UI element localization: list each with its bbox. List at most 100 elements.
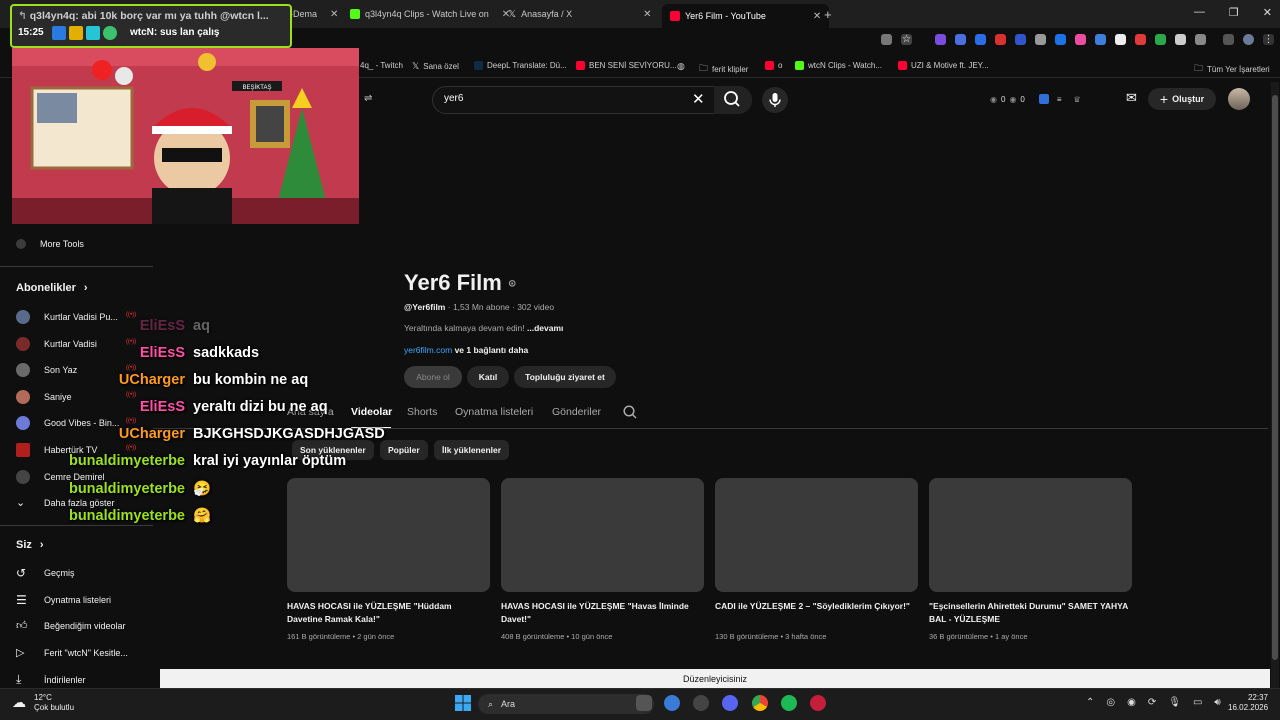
menu-icon[interactable]: ⋮ xyxy=(1263,34,1274,45)
bookmark-item[interactable]: 4q_ - Twitch xyxy=(360,61,403,70)
trophy-icon[interactable]: ♕ xyxy=(1074,95,1081,104)
network-icon[interactable]: ▭ xyxy=(1193,697,1202,708)
extension-icon[interactable] xyxy=(1115,34,1126,45)
media-icon[interactable] xyxy=(1223,34,1234,45)
cast-icon[interactable] xyxy=(881,34,892,45)
extension-icon[interactable] xyxy=(1135,34,1146,45)
sidebar-item-history[interactable]: ↺ Geçmiş xyxy=(16,566,75,580)
tab-youtube[interactable]: Yer6 Film - YouTube ✕ xyxy=(662,4,830,28)
extension-badge-icon[interactable] xyxy=(1038,94,1049,104)
extension-icon[interactable] xyxy=(1035,34,1046,45)
weather-icon[interactable]: ☁ xyxy=(12,694,26,711)
video-thumbnail[interactable] xyxy=(715,478,918,592)
app-icon[interactable] xyxy=(693,695,709,711)
you-heading[interactable]: Siz › xyxy=(16,539,44,551)
maximize-icon[interactable]: ❐ xyxy=(1229,6,1239,19)
bookmark-item[interactable]: DeepL Translate: Dü... xyxy=(474,61,567,70)
extension-icon[interactable] xyxy=(1015,34,1026,45)
close-window-icon[interactable]: ✕ xyxy=(1263,6,1272,19)
bookmark-item[interactable]: o xyxy=(765,61,782,70)
extension-icon[interactable] xyxy=(1055,34,1066,45)
filter-chip-oldest[interactable]: İlk yüklenenler xyxy=(434,440,510,460)
close-icon[interactable]: ✕ xyxy=(813,11,821,22)
chrome-icon[interactable] xyxy=(752,695,768,711)
video-title[interactable]: HAVAS HOCASI ile YÜZLEŞME "Havas İlminde… xyxy=(501,600,701,626)
search-input[interactable]: yer6 xyxy=(444,93,463,104)
extension-icon[interactable] xyxy=(1175,34,1186,45)
search-button[interactable] xyxy=(714,86,752,114)
bookmark-item[interactable]: ◍ xyxy=(677,61,685,72)
bookmark-item[interactable]: wtcN Clips - Watch... xyxy=(795,61,882,70)
notification-icon[interactable]: ✉ xyxy=(1126,90,1137,106)
sidebar-item-more-tools[interactable]: More Tools xyxy=(16,239,84,249)
extension-icon[interactable] xyxy=(1095,34,1106,45)
sync-icon[interactable]: ⟳ xyxy=(1148,697,1156,708)
video-thumbnail[interactable] xyxy=(929,478,1132,592)
close-icon[interactable]: ✕ xyxy=(330,9,338,20)
channel-search-icon[interactable] xyxy=(622,404,638,425)
bookmark-item[interactable]: UZI & Motive ft. JEY... xyxy=(898,61,989,70)
voice-search-button[interactable] xyxy=(762,87,788,113)
discord-icon[interactable] xyxy=(722,695,738,711)
sidebar-item-downloads[interactable]: ⤓ İndirilenler xyxy=(16,672,86,687)
tab-dema[interactable]: -Dema ✕ xyxy=(290,4,338,24)
subscribe-button[interactable]: Abone ol xyxy=(404,366,462,388)
extension-icon[interactable] xyxy=(1075,34,1086,45)
extension-icon[interactable] xyxy=(995,34,1006,45)
bookmark-star-icon[interactable]: ☆ xyxy=(901,34,912,45)
extension-icon[interactable] xyxy=(935,34,946,45)
bookmark-item[interactable]: 𝕏 Sana özel xyxy=(412,61,459,72)
tab-videos[interactable]: Videolar xyxy=(351,406,392,418)
sidebar-item-liked[interactable]: 👍︎ Beğendiğim videolar xyxy=(16,619,126,632)
steam-icon[interactable] xyxy=(664,695,680,711)
video-thumbnail[interactable] xyxy=(501,478,704,592)
tray-app-icon[interactable]: ◉ xyxy=(1127,697,1136,708)
microphone-icon[interactable]: 🎙︎ xyxy=(1168,697,1181,708)
volume-icon[interactable]: 🔊︎ xyxy=(1214,697,1220,708)
scrollbar-thumb[interactable] xyxy=(1272,95,1278,660)
tab-clips[interactable]: q3l4yn4q Clips - Watch Live on ✕ xyxy=(350,4,510,24)
create-button[interactable]: + Oluştur xyxy=(1148,88,1216,110)
tab-shorts[interactable]: Shorts xyxy=(407,406,437,418)
video-title[interactable]: CADI ile YÜZLEŞME 2 – "Söylediklerim Çık… xyxy=(715,600,915,613)
channel-description[interactable]: Yeraltında kalmaya devam edin! ...devamı xyxy=(404,323,563,333)
media-player-icon[interactable] xyxy=(810,695,826,711)
task-view-icon[interactable] xyxy=(636,695,652,711)
weather-widget[interactable]: 12°C Çok bulutlu xyxy=(34,693,74,713)
filter-chip-popular[interactable]: Popüler xyxy=(380,440,428,460)
bookmark-folder[interactable]: 🗀 ferit klipler xyxy=(699,61,748,77)
puzzle-icon[interactable] xyxy=(1195,34,1206,45)
video-thumbnail[interactable] xyxy=(287,478,490,592)
more-links[interactable]: ve 1 bağlantı daha xyxy=(455,345,529,355)
clock[interactable]: 22:37 16.02.2026 xyxy=(1228,693,1268,713)
join-button[interactable]: Katıl xyxy=(467,366,509,388)
start-button[interactable] xyxy=(455,695,471,716)
extension-icon[interactable] xyxy=(975,34,986,45)
new-tab-button[interactable]: + xyxy=(824,4,832,24)
channel-link[interactable]: yer6film.com xyxy=(404,345,452,355)
all-bookmarks[interactable]: 🗀 Tüm Yer İşaretleri xyxy=(1194,61,1270,77)
close-icon[interactable]: ✕ xyxy=(643,9,651,20)
minimize-icon[interactable]: — xyxy=(1194,6,1205,19)
video-title[interactable]: HAVAS HOCASI ile YÜZLEŞME "Hüddam Daveti… xyxy=(287,600,487,626)
taskbar-search[interactable]: ⌕ Ara xyxy=(478,694,654,714)
tab-playlists[interactable]: Oynatma listeleri xyxy=(455,406,533,418)
avatar[interactable] xyxy=(1228,88,1250,110)
list-icon[interactable]: ≡ xyxy=(1057,95,1062,104)
spotify-icon[interactable] xyxy=(781,695,797,711)
tab-posts[interactable]: Gönderiler xyxy=(552,406,601,418)
profile-icon[interactable] xyxy=(1243,34,1254,45)
sidebar-item-playlist-ferit[interactable]: ▷ Ferit "wtcN" Kesitle... xyxy=(16,646,128,659)
subscriptions-heading[interactable]: Abonelikler › xyxy=(16,282,88,294)
chevron-up-icon[interactable]: ⌃ xyxy=(1086,697,1094,708)
community-button[interactable]: Topluluğu ziyaret et xyxy=(514,366,616,388)
sidebar-item-playlists[interactable]: ☰ Oynatma listeleri xyxy=(16,593,111,607)
bookmark-item[interactable]: BEN SENİ SEVİYORU... xyxy=(576,61,677,70)
video-title[interactable]: "Eşcinsellerin Ahiretteki Durumu" SAMET … xyxy=(929,600,1129,626)
extension-icon[interactable] xyxy=(1155,34,1166,45)
tab-x[interactable]: 𝕏 Anasayfa / X ✕ xyxy=(508,4,651,24)
clear-search-icon[interactable]: ✕ xyxy=(692,90,705,108)
extension-icon[interactable] xyxy=(955,34,966,45)
filter-settings-icon[interactable]: ⇌ xyxy=(364,93,372,104)
tray-app-icon[interactable]: ◎ xyxy=(1106,697,1115,708)
